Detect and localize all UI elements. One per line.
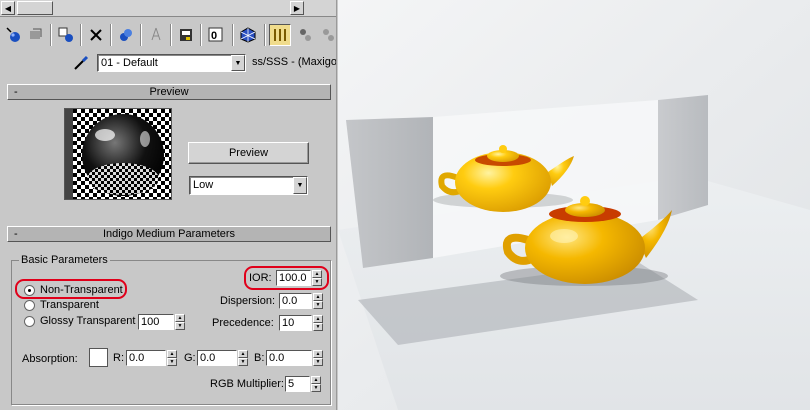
show-in-viewport-icon[interactable]	[237, 24, 259, 46]
dispersion-input[interactable]: 0.0	[279, 293, 312, 309]
rgb-multiplier-label: RGB Multiplier:	[210, 378, 284, 390]
absorption-color-swatch[interactable]	[89, 348, 108, 367]
b-spinner[interactable]: 0.0 ▲ ▼	[266, 350, 323, 366]
non-transparent-radio[interactable]	[24, 285, 35, 296]
spinner-down-icon[interactable]: ▼	[312, 278, 322, 286]
spinner-down-icon[interactable]: ▼	[175, 322, 185, 330]
preview-rollout-title: Preview	[149, 86, 189, 98]
glossy-spinner[interactable]: 100 ▲ ▼	[138, 314, 185, 330]
chevron-down-icon[interactable]: ▼	[293, 177, 307, 194]
spinner-up-icon[interactable]: ▲	[175, 314, 185, 322]
preview-button-label: Preview	[228, 147, 269, 159]
precedence-input[interactable]: 10	[279, 315, 312, 331]
ior-input[interactable]: 100.0	[276, 270, 311, 286]
material-editor-panel: ◀ ▶ 0 01 - Default ▼ ss/SSS - (Maxigo) -…	[0, 0, 337, 410]
preview-quality-dropdown[interactable]: Low ▼	[189, 176, 308, 195]
b-input[interactable]: 0.0	[266, 350, 312, 366]
material-name-value: 01 - Default	[101, 57, 158, 69]
spinner-up-icon[interactable]: ▲	[313, 315, 323, 323]
go-forward-icon[interactable]	[316, 24, 336, 46]
g-input[interactable]: 0.0	[197, 350, 237, 366]
chevron-down-icon[interactable]: ▼	[231, 55, 245, 71]
spinner-down-icon[interactable]: ▼	[313, 358, 323, 366]
horizontal-scrollbar[interactable]: ◀ ▶	[0, 0, 336, 17]
medium-rollout-title: Indigo Medium Parameters	[102, 228, 236, 240]
ior-label: IOR:	[249, 272, 272, 284]
g-spinner[interactable]: 0.0 ▲ ▼	[197, 350, 248, 366]
precedence-spinner[interactable]: 10 ▲ ▼	[279, 315, 323, 331]
transparent-label[interactable]: Transparent	[40, 299, 99, 311]
scroll-left-arrow-icon[interactable]: ◀	[1, 1, 15, 15]
svg-text:0: 0	[211, 30, 217, 42]
put-to-library-icon[interactable]	[175, 24, 197, 46]
glossy-transparent-radio[interactable]	[24, 316, 35, 327]
precedence-label: Precedence:	[212, 317, 274, 329]
assign-material-icon[interactable]	[55, 24, 77, 46]
show-end-result-icon[interactable]	[269, 24, 291, 46]
glossy-transparent-label[interactable]: Glossy Transparent	[40, 315, 135, 327]
put-to-scene-icon[interactable]	[25, 24, 47, 46]
r-spinner[interactable]: 0.0 ▲ ▼	[126, 350, 177, 366]
render-image	[338, 0, 810, 410]
eyedropper-icon[interactable]	[70, 52, 92, 74]
transparent-radio[interactable]	[24, 300, 35, 311]
r-input[interactable]: 0.0	[126, 350, 166, 366]
b-label: B:	[254, 352, 265, 364]
spinner-down-icon[interactable]: ▼	[311, 384, 321, 392]
scroll-right-arrow-icon[interactable]: ▶	[290, 1, 304, 15]
r-label: R:	[113, 352, 124, 364]
glossy-input[interactable]: 100	[138, 314, 174, 330]
spinner-up-icon[interactable]: ▲	[238, 350, 248, 358]
rgb-multiplier-spinner[interactable]: 5 ▲ ▼	[285, 376, 321, 392]
preview-quality-value: Low	[193, 179, 214, 191]
get-material-icon[interactable]	[3, 24, 25, 46]
material-toolbar: 0	[0, 20, 336, 48]
preview-button[interactable]: Preview	[188, 142, 309, 164]
non-transparent-label[interactable]: Non-Transparent	[40, 284, 123, 296]
make-copy-icon[interactable]	[115, 24, 137, 46]
preview-sphere-image	[64, 108, 172, 200]
ior-spinner[interactable]: 100.0 ▲ ▼	[276, 270, 322, 286]
spinner-down-icon[interactable]: ▼	[167, 358, 177, 366]
material-name-dropdown[interactable]: 01 - Default ▼	[97, 54, 246, 72]
scroll-thumb[interactable]	[17, 1, 53, 15]
dispersion-label: Dispersion:	[220, 295, 276, 307]
spinner-up-icon[interactable]: ▲	[167, 350, 177, 358]
spinner-down-icon[interactable]: ▼	[313, 323, 323, 331]
material-type-label[interactable]: ss/SSS - (Maxigo)	[252, 56, 336, 68]
spinner-down-icon[interactable]: ▼	[313, 301, 323, 309]
spinner-down-icon[interactable]: ▼	[238, 358, 248, 366]
spinner-up-icon[interactable]: ▲	[313, 293, 323, 301]
basic-parameters-title: Basic Parameters	[19, 254, 110, 266]
go-to-parent-icon[interactable]	[294, 24, 316, 46]
material-name-row: 01 - Default ▼ ss/SSS - (Maxigo)	[0, 52, 336, 74]
absorption-label: Absorption:	[22, 353, 78, 365]
material-effects-channel-icon[interactable]: 0	[205, 24, 227, 46]
dispersion-spinner[interactable]: 0.0 ▲ ▼	[279, 293, 323, 309]
spinner-up-icon[interactable]: ▲	[311, 376, 321, 384]
reset-icon[interactable]	[85, 24, 107, 46]
spinner-up-icon[interactable]: ▲	[313, 350, 323, 358]
g-label: G:	[184, 352, 196, 364]
rgb-multiplier-input[interactable]: 5	[285, 376, 310, 392]
medium-rollout-header[interactable]: - Indigo Medium Parameters	[7, 226, 331, 242]
make-unique-icon[interactable]	[145, 24, 167, 46]
spinner-up-icon[interactable]: ▲	[312, 270, 322, 278]
preview-rollout-header[interactable]: - Preview	[7, 84, 331, 100]
